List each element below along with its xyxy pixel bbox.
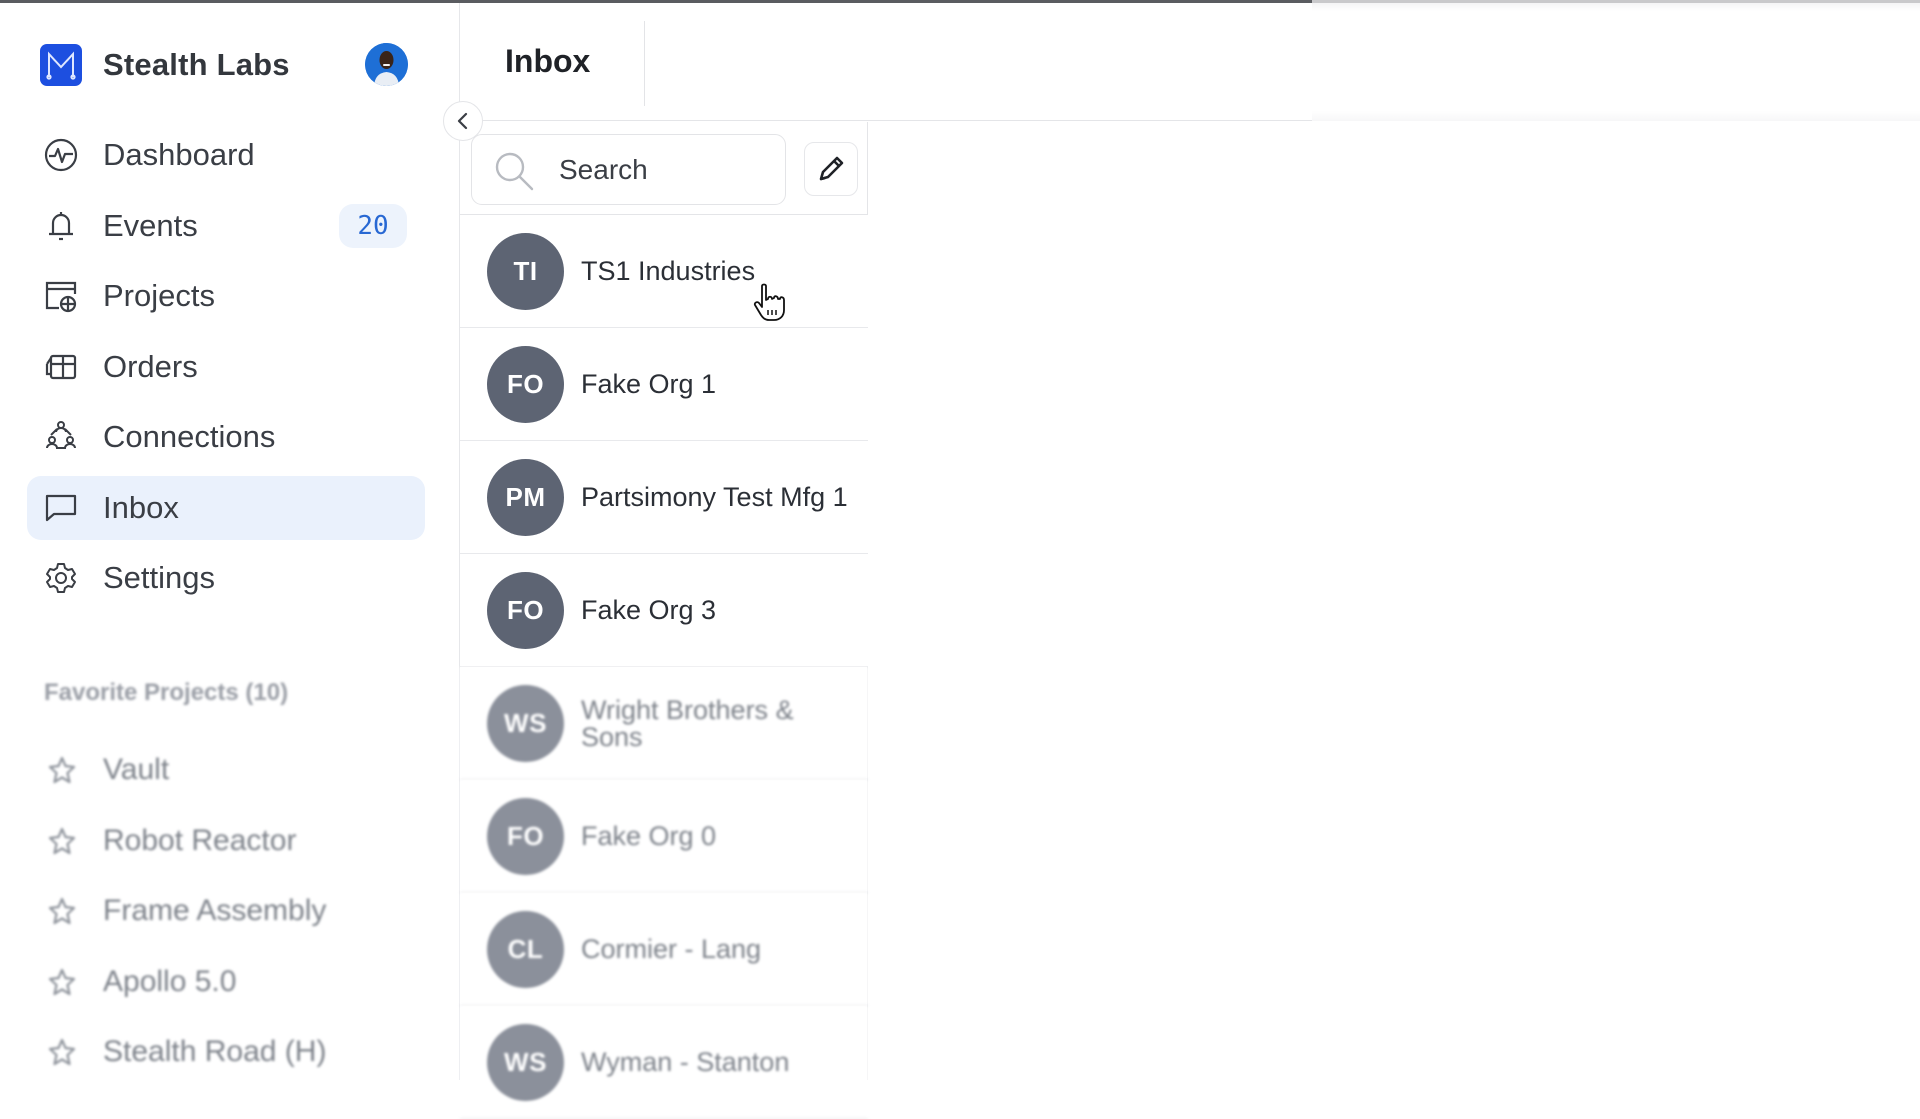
user-avatar[interactable] xyxy=(365,43,408,86)
star-icon[interactable] xyxy=(47,755,77,785)
gear-icon xyxy=(43,560,79,596)
star-icon[interactable] xyxy=(47,896,77,926)
nav-label: Dashboard xyxy=(103,137,255,172)
favorite-project-item[interactable]: Apollo 5.0 xyxy=(27,950,425,1014)
nav-label: Events xyxy=(103,207,198,243)
nav-item-settings[interactable]: Settings xyxy=(27,546,425,610)
workspace-name: Stealth Labs xyxy=(103,47,290,82)
pencil-icon xyxy=(819,156,844,181)
conversation-item[interactable]: CL Cormier - Lang xyxy=(460,893,868,1006)
people-network-icon xyxy=(43,419,79,455)
favorite-project-label: Stealth Road (H) xyxy=(103,1035,327,1068)
nav-item-events[interactable]: Events 20 xyxy=(27,194,425,258)
conversation-list-pane: TI TS1 Industries FO Fake Org 1 PM Parts… xyxy=(460,122,868,1119)
star-icon[interactable] xyxy=(47,967,77,997)
nav-item-projects[interactable]: Projects xyxy=(27,264,425,328)
page-title: Inbox xyxy=(505,43,591,79)
favorite-project-label: Frame Assembly xyxy=(103,894,327,927)
nav-item-dashboard[interactable]: Dashboard xyxy=(27,123,425,187)
conversation-item[interactable]: WS Wright Brothers & Sons xyxy=(460,667,868,780)
chevron-left-icon xyxy=(457,112,468,130)
header-right-area xyxy=(1312,3,1920,121)
search-icon xyxy=(495,152,534,191)
org-name: Fake Org 1 xyxy=(581,369,717,399)
brand[interactable]: Stealth Labs xyxy=(40,42,290,88)
org-avatar: CL xyxy=(487,911,564,988)
sidebar: Stealth Labs Dashboard Events 20 Project… xyxy=(0,3,460,1080)
conversation-item[interactable]: FO Fake Org 1 xyxy=(460,328,868,441)
nav-label: Orders xyxy=(103,348,198,384)
star-icon[interactable] xyxy=(47,826,77,856)
conversation-list: TI TS1 Industries FO Fake Org 1 PM Parts… xyxy=(460,215,868,1119)
search-input[interactable] xyxy=(559,145,774,195)
favorite-project-item[interactable]: Frame Assembly xyxy=(27,879,425,943)
main-content: Inbox TI TS1 Industries FO Fake Org 1 PM… xyxy=(460,3,1920,1119)
favorite-project-item[interactable]: Stealth Road (H) xyxy=(27,1020,425,1084)
org-name: Fake Org 3 xyxy=(581,595,717,625)
conversation-item[interactable]: WS Wyman - Stanton xyxy=(460,1006,868,1119)
org-name: TS1 Industries xyxy=(581,256,756,286)
nav-label: Connections xyxy=(103,419,276,454)
org-avatar: FO xyxy=(487,572,564,649)
conversation-item[interactable]: FO Fake Org 3 xyxy=(460,554,868,667)
favorite-project-label: Apollo 5.0 xyxy=(103,964,237,998)
compose-button[interactable] xyxy=(804,142,858,196)
favorite-projects-list: Vault Robot Reactor Frame Assembly Apoll… xyxy=(27,738,425,1091)
nav-label: Projects xyxy=(103,278,215,313)
page-header: Inbox xyxy=(460,3,1920,121)
org-name: Wyman - Stanton xyxy=(581,1047,790,1077)
conversation-item[interactable]: FO Fake Org 0 xyxy=(460,780,868,893)
nav-item-connections[interactable]: Connections xyxy=(27,405,425,469)
org-avatar: WS xyxy=(487,1024,564,1101)
org-avatar: FO xyxy=(487,798,564,875)
org-avatar: WS xyxy=(487,685,564,762)
chat-bubble-icon xyxy=(43,490,79,526)
events-count-badge: 20 xyxy=(339,203,407,248)
org-name: Fake Org 0 xyxy=(581,821,717,851)
header-divider xyxy=(644,21,645,106)
favorite-project-item[interactable]: Robot Reactor xyxy=(27,809,425,873)
nav-item-orders[interactable]: Orders xyxy=(27,335,425,399)
favorite-projects-heading: Favorite Projects (10) xyxy=(44,679,289,706)
conversation-item[interactable]: TI TS1 Industries xyxy=(460,215,868,328)
favorite-project-label: Robot Reactor xyxy=(103,823,297,857)
star-icon[interactable] xyxy=(47,1037,77,1067)
collapse-sidebar-button[interactable] xyxy=(443,101,483,141)
org-avatar: PM xyxy=(487,459,564,536)
conversation-item[interactable]: PM Partsimony Test Mfg 1 xyxy=(460,441,868,554)
nav-label: Settings xyxy=(103,560,216,595)
bell-icon xyxy=(43,208,79,244)
org-avatar: TI xyxy=(487,233,564,310)
org-name: Wright Brothers & Sons xyxy=(581,694,794,752)
activity-pulse-icon xyxy=(43,137,79,173)
orders-icon xyxy=(43,349,79,385)
org-avatar: FO xyxy=(487,346,564,423)
favorite-project-label: Vault xyxy=(103,753,170,786)
m-logo-icon xyxy=(40,44,82,86)
org-name: Cormier - Lang xyxy=(581,934,762,964)
main-nav: Dashboard Events 20 Projects Orders Conn… xyxy=(27,123,425,617)
nav-label: Inbox xyxy=(103,489,179,525)
nav-item-inbox[interactable]: Inbox xyxy=(27,475,425,540)
favorite-project-item[interactable]: Vault xyxy=(27,738,425,802)
projects-box-icon xyxy=(43,278,79,314)
org-name: Partsimony Test Mfg 1 xyxy=(581,482,848,512)
search-field[interactable] xyxy=(471,134,786,205)
